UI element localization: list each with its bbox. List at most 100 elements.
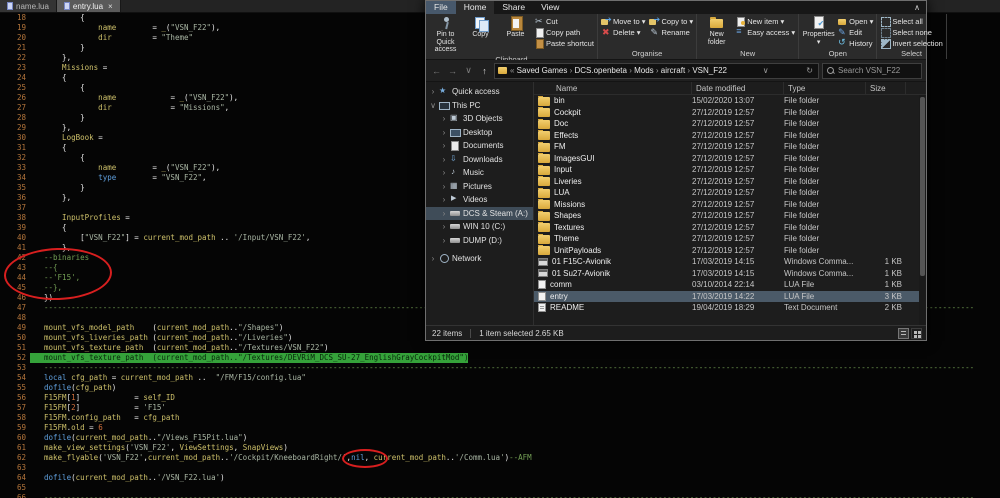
expand-chevron-icon[interactable]: › <box>441 209 447 218</box>
editor-tab-entry-lua[interactable]: entry.lua × <box>56 0 121 12</box>
address-bar[interactable]: « Saved Games › DCS.openbeta › Mods › ai… <box>494 62 819 79</box>
file-row-01-f15c-avionik[interactable]: 01 F15C-Avionik 17/03/2019 14:15 Windows C… <box>534 256 926 268</box>
code-line[interactable]: 62 make_flyable('VSN_F22',current_mod_pat… <box>0 453 1000 463</box>
move-to-button[interactable]: Move to ▾ <box>600 15 645 26</box>
up-button[interactable]: ↑ <box>478 66 491 76</box>
breadcrumb-saved-games[interactable]: Saved Games <box>517 66 568 75</box>
sidebar-item-dcs-steam-a[interactable]: › DCS & Steam (A:) <box>426 206 533 220</box>
expand-chevron-icon[interactable]: › <box>441 236 447 245</box>
file-row-cockpit[interactable]: Cockpit 27/12/2019 12:57 File folder <box>534 107 926 119</box>
sidebar-item-dump-d[interactable]: › DUMP (D:) <box>426 234 533 248</box>
new-item-button[interactable]: New item ▾ <box>735 16 795 27</box>
ribbon-tab-view[interactable]: View <box>533 1 567 14</box>
file-row-liveries[interactable]: Liveries 27/12/2019 12:57 File folder <box>534 176 926 188</box>
column-header-name[interactable]: Name <box>534 82 692 94</box>
expand-chevron-icon[interactable]: › <box>430 87 436 96</box>
copy-button[interactable]: Copy <box>464 15 497 54</box>
sidebar-item-this-pc[interactable]: ∨ This PC <box>426 99 533 113</box>
paste-shortcut-button[interactable]: Paste shortcut <box>534 38 594 49</box>
ribbon-tab-share[interactable]: Share <box>494 1 533 14</box>
copy-to-button[interactable]: Copy to ▾ <box>649 15 693 26</box>
code-line[interactable]: 58 F15FM.config_path = cfg_path <box>0 413 1000 423</box>
file-row-unitpayloads[interactable]: UnitPayloads 27/12/2019 12:57 File folder <box>534 245 926 257</box>
back-button[interactable]: ← <box>430 66 443 76</box>
select-none-button[interactable]: Select none <box>880 27 942 38</box>
sidebar-item-desktop[interactable]: › Desktop <box>426 126 533 140</box>
file-row-input[interactable]: Input 27/12/2019 12:57 File folder <box>534 164 926 176</box>
file-row-fm[interactable]: FM 27/12/2019 12:57 File folder <box>534 141 926 153</box>
expand-chevron-icon[interactable]: › <box>441 114 447 123</box>
edit-button[interactable]: Edit <box>837 27 873 38</box>
paste-button[interactable]: Paste <box>499 15 532 54</box>
code-line[interactable]: 64 dofile(current_mod_path..'/VSN_F22.lua… <box>0 473 1000 483</box>
expand-chevron-icon[interactable]: › <box>430 254 436 263</box>
breadcrumb-mods[interactable]: Mods <box>634 66 654 75</box>
code-line[interactable]: 56 F15FM[1] = self_ID <box>0 393 1000 403</box>
file-row-01-su27-avionik[interactable]: 01 Su27-Avionik 17/03/2019 14:15 Windows C… <box>534 268 926 280</box>
expand-chevron-icon[interactable]: › <box>441 222 447 231</box>
history-button[interactable]: History <box>837 37 873 48</box>
column-header-size[interactable]: Size <box>866 82 906 94</box>
file-row-shapes[interactable]: Shapes 27/12/2019 12:57 File folder <box>534 210 926 222</box>
expand-chevron-icon[interactable]: › <box>441 182 447 191</box>
invert-selection-button[interactable]: Invert selection <box>880 38 943 49</box>
sidebar-item-network[interactable]: › Network <box>426 252 533 266</box>
sidebar-item-documents[interactable]: › Documents <box>426 139 533 153</box>
delete-button[interactable]: Delete ▾ <box>601 27 646 38</box>
code-line[interactable]: 55 dofile(cfg_path) <box>0 383 1000 393</box>
easy-access-button[interactable]: Easy access ▾ <box>735 26 795 37</box>
ribbon-collapse-icon[interactable]: ∧ <box>914 1 920 14</box>
address-dropdown-icon[interactable]: ∨ <box>761 66 771 75</box>
expand-chevron-icon[interactable]: › <box>441 155 447 164</box>
properties-button[interactable]: Properties ▾ <box>802 15 835 46</box>
refresh-icon[interactable]: ↻ <box>804 66 815 75</box>
code-line[interactable]: 66 --------------------------------------… <box>0 493 1000 498</box>
file-row-bin[interactable]: bin 15/02/2020 13:07 File folder <box>534 95 926 107</box>
sidebar-item-win-10-c[interactable]: › WIN 10 (C:) <box>426 220 533 234</box>
breadcrumb-vsn-f22[interactable]: VSN_F22 <box>692 66 727 75</box>
sidebar-item-music[interactable]: ›Music <box>426 166 533 180</box>
code-line[interactable]: 51 mount_vfs_texture_path (current_mod_pa… <box>0 343 1000 353</box>
sidebar-item-downloads[interactable]: ›Downloads <box>426 153 533 167</box>
editor-tab-name-lua[interactable]: name.lua <box>0 0 57 12</box>
expand-chevron-icon[interactable]: › <box>441 128 447 137</box>
file-row-missions[interactable]: Missions 27/12/2019 12:57 File folder <box>534 199 926 211</box>
column-header-type[interactable]: Type <box>784 82 866 94</box>
code-line[interactable]: 57 F15FM[2] = 'F15' <box>0 403 1000 413</box>
thumbnail-view-icon[interactable] <box>911 328 922 339</box>
expand-chevron-icon[interactable]: › <box>441 141 447 150</box>
column-header-date-modified[interactable]: Date modified <box>692 82 784 94</box>
vertical-scrollbar[interactable] <box>919 95 926 325</box>
pin-to-quick-access-button[interactable]: Pin to Quick access <box>429 15 462 54</box>
expand-chevron-icon[interactable]: › <box>441 168 447 177</box>
file-row-comm[interactable]: comm 03/10/2014 22:14 LUA File 1 KB <box>534 279 926 291</box>
code-line[interactable]: 53 --------------------------------------… <box>0 363 1000 373</box>
code-line[interactable]: 61 make_view_settings('VSN_F22', ViewSett… <box>0 443 1000 453</box>
history-dropdown-icon[interactable]: ∨ <box>462 65 475 76</box>
rename-button[interactable]: Rename <box>649 27 693 38</box>
scrollbar-thumb[interactable] <box>920 97 925 277</box>
code-line[interactable]: 54 local cfg_path = current_mod_path .. "… <box>0 373 1000 383</box>
copy-path-button[interactable]: Copy path <box>534 27 594 38</box>
close-tab-icon[interactable]: × <box>108 2 113 11</box>
expand-chevron-icon[interactable]: ∨ <box>430 101 436 110</box>
ribbon-tab-home[interactable]: Home <box>455 1 495 14</box>
breadcrumb-dcs-openbeta[interactable]: DCS.openbeta <box>574 66 626 75</box>
file-row-readme[interactable]: README 19/04/2019 18:29 Text Document 2 KB <box>534 302 926 314</box>
code-line[interactable]: 52 mount_vfs_texture_path (current_mod_pa… <box>0 353 1000 363</box>
sidebar-item-pictures[interactable]: ›Pictures <box>426 180 533 194</box>
open-button[interactable]: Open ▾ <box>837 16 873 26</box>
file-row-doc[interactable]: Doc 27/12/2019 12:57 File folder <box>534 118 926 130</box>
code-line[interactable]: 59 F15FM.old = 6 <box>0 423 1000 433</box>
expand-chevron-icon[interactable]: › <box>441 195 447 204</box>
file-row-effects[interactable]: Effects 27/12/2019 12:57 File folder <box>534 130 926 142</box>
sidebar-item-quick-access[interactable]: ›Quick access <box>426 85 533 99</box>
code-line[interactable]: 63 <box>0 463 1000 473</box>
code-line[interactable]: 60 dofile(current_mod_path.."/Views_F15Pi… <box>0 433 1000 443</box>
forward-button[interactable]: → <box>446 66 459 76</box>
breadcrumb-aircraft[interactable]: aircraft <box>661 66 685 75</box>
code-line[interactable]: 65 <box>0 483 1000 493</box>
sidebar-item-videos[interactable]: ›Videos <box>426 193 533 207</box>
file-row-entry[interactable]: entry 17/03/2019 14:22 LUA File 3 KB <box>534 290 926 302</box>
file-row-theme[interactable]: Theme 27/12/2019 12:57 File folder <box>534 233 926 245</box>
